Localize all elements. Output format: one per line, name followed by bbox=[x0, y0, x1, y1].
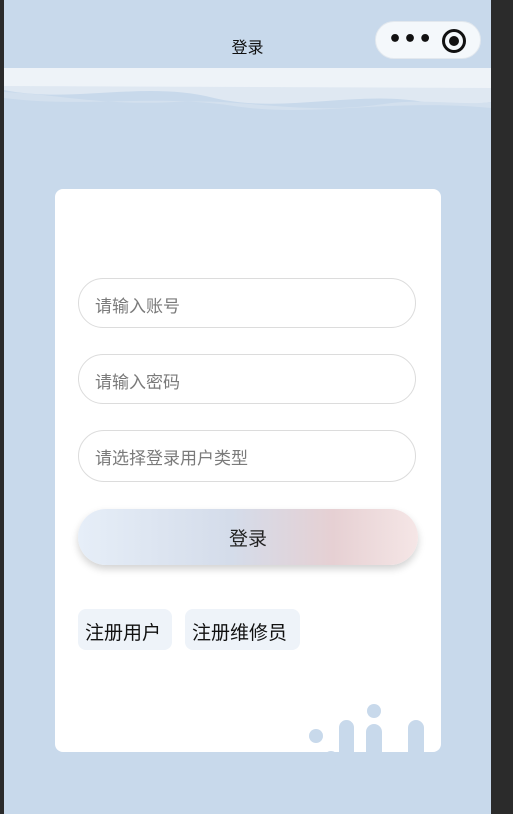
account-placeholder: 请输入账号 bbox=[95, 297, 180, 317]
register-repairer-label: 注册维修员 bbox=[192, 622, 288, 644]
drip-decoration-bottom bbox=[309, 704, 424, 803]
user-type-select[interactable]: 请选择登录用户类型 bbox=[78, 430, 416, 482]
phone-screen: 登录 ••• 请输入账号 请输入密码 请选择登录用户类型 登录 注册用户 注册维… bbox=[4, 0, 491, 814]
login-button-label: 登录 bbox=[228, 528, 267, 550]
register-user-button[interactable]: 注册用户 bbox=[78, 609, 172, 650]
menu-capsule: ••• bbox=[375, 21, 481, 59]
account-input[interactable]: 请输入账号 bbox=[78, 278, 416, 328]
mini-program-close-icon[interactable] bbox=[442, 29, 466, 53]
login-button[interactable]: 登录 bbox=[78, 509, 418, 565]
register-user-label: 注册用户 bbox=[85, 622, 162, 644]
user-type-placeholder: 请选择登录用户类型 bbox=[95, 449, 248, 469]
wave-decoration bbox=[4, 68, 491, 110]
register-repairer-button[interactable]: 注册维修员 bbox=[185, 609, 300, 650]
password-input[interactable]: 请输入密码 bbox=[78, 354, 416, 404]
more-dots-icon[interactable]: ••• bbox=[388, 29, 432, 53]
nav-bar: 登录 ••• bbox=[4, 0, 491, 74]
password-placeholder: 请输入密码 bbox=[95, 373, 180, 393]
